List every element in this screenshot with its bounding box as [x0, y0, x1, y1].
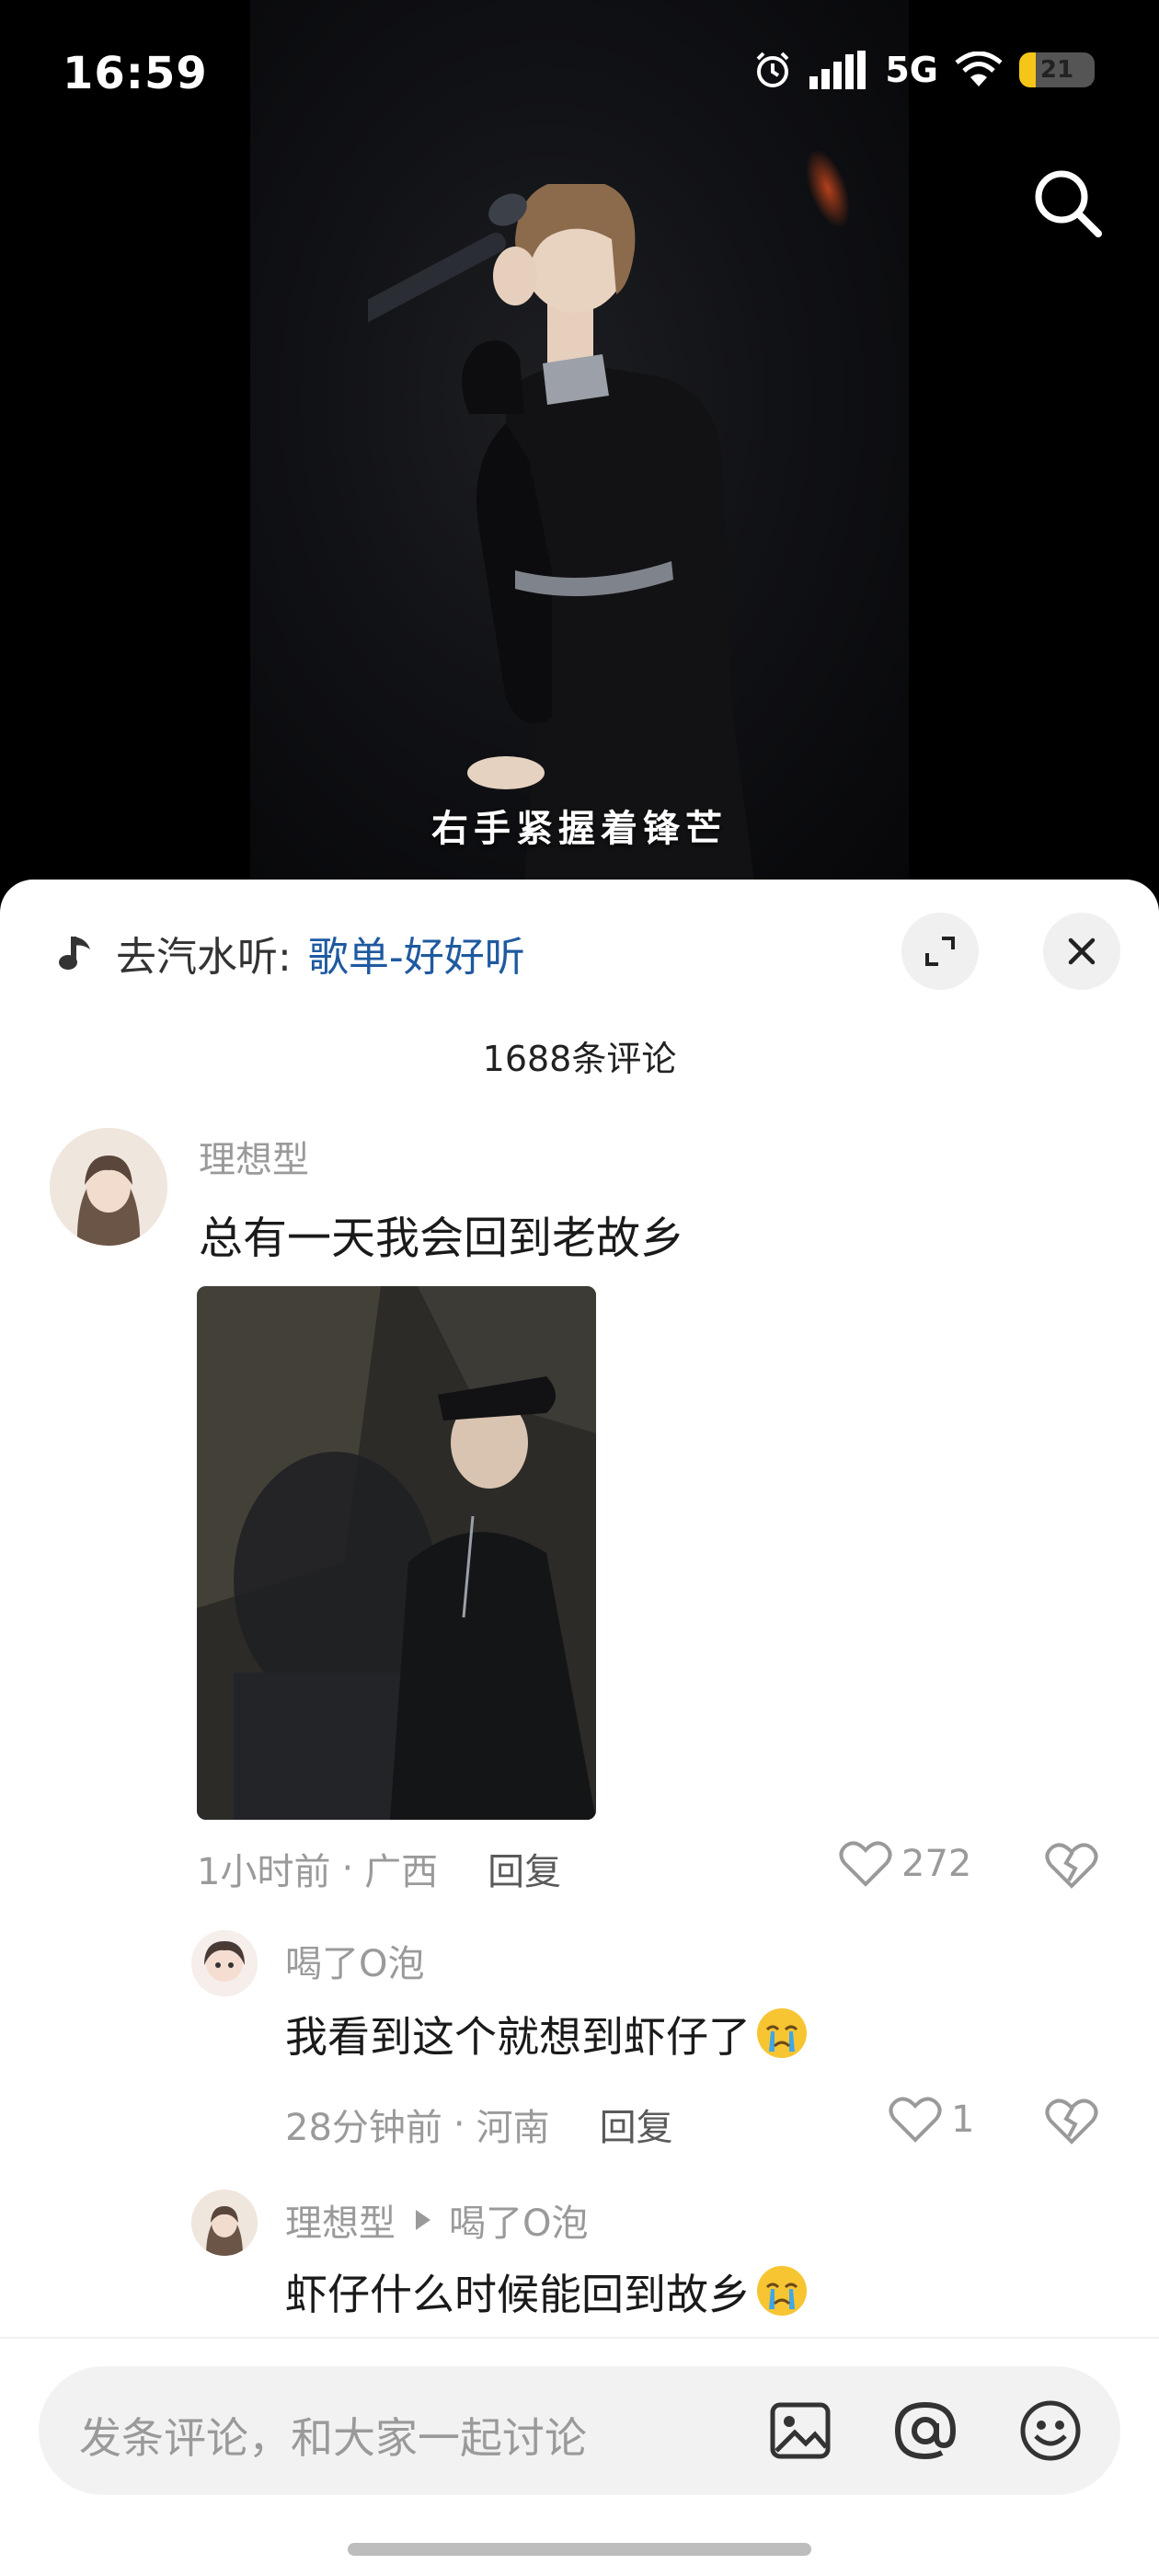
reply-text-body: 我看到这个就想到虾仔了 — [285, 2012, 751, 2062]
reply-to-line: 理想型 喝了O泡 — [285, 2193, 588, 2247]
expand-button[interactable] — [901, 913, 979, 990]
singer-figure — [368, 184, 754, 883]
comment-username[interactable]: 理想型 — [199, 1130, 309, 1183]
video-player[interactable]: 16:59 5G 21 右手紧握着锋芒 — [0, 0, 1159, 883]
status-time: 16:59 — [63, 48, 208, 99]
mention-icon[interactable] — [892, 2398, 958, 2464]
comment-text: 总有一天我会回到老故乡 — [199, 1213, 685, 1264]
reply-text-body: 虾仔什么时候能回到故乡 — [285, 2270, 751, 2319]
image-icon[interactable] — [767, 2398, 833, 2464]
video-subtitle: 右手紧握着锋芒 — [431, 808, 728, 850]
signal-icon — [809, 51, 866, 89]
comment-photo — [197, 1286, 596, 1820]
avatar[interactable] — [50, 1128, 167, 1246]
avatar-image — [191, 1930, 258, 1996]
avatar-image — [191, 2190, 258, 2256]
music-prefix: 去汽水听: — [116, 934, 292, 981]
status-bar: 16:59 5G 21 — [0, 0, 1159, 156]
status-icons: 5G 21 — [752, 50, 1095, 90]
reply-location: 河南 — [476, 2107, 550, 2149]
like-count: 272 — [901, 1843, 972, 1885]
comment-image[interactable] — [197, 1286, 596, 1820]
reply-button[interactable]: 回复 — [600, 2098, 673, 2151]
emoji-icon[interactable] — [1017, 2398, 1084, 2464]
meta-separator: · — [341, 1847, 354, 1890]
meta-separator: · — [453, 2103, 465, 2145]
like-button[interactable]: 1 — [889, 2096, 974, 2144]
comment-location: 广西 — [364, 1851, 439, 1893]
reply-text: 虾仔什么时候能回到故乡 — [285, 2261, 809, 2322]
music-note-icon — [59, 937, 90, 970]
search-icon[interactable] — [1028, 164, 1106, 241]
comment-time: 1小时前 — [197, 1851, 331, 1893]
battery-indicator: 21 — [1019, 52, 1095, 87]
comment-input-bar: 发条评论，和大家一起讨论 — [0, 2337, 1159, 2576]
close-button[interactable] — [1043, 913, 1120, 990]
comment-count: 1688条评论 — [482, 1039, 677, 1079]
heart-icon — [839, 1841, 892, 1887]
crying-emoji-icon — [757, 2266, 807, 2316]
comment-input[interactable]: 发条评论，和大家一起讨论 — [39, 2366, 1120, 2495]
battery-level: 21 — [1039, 56, 1074, 84]
like-button[interactable]: 272 — [839, 1840, 971, 1888]
network-label: 5G — [885, 50, 938, 90]
alarm-icon — [756, 52, 789, 87]
reply-time: 28分钟前 — [285, 2107, 442, 2149]
comment-sheet: 去汽水听: 歌单-好好听 1688条评论 理想型 总有一天我会回到老故乡 1小时… — [0, 880, 1159, 2576]
avatar-image — [50, 1128, 167, 1246]
reply-text: 我看到这个就想到虾仔了 — [285, 2004, 809, 2064]
comment-meta: 1小时前 · 广西 回复 — [197, 1842, 561, 1895]
reply-target-username[interactable]: 喝了O泡 — [449, 2193, 588, 2247]
like-count: 1 — [951, 2099, 975, 2141]
expand-icon — [925, 937, 955, 966]
avatar[interactable] — [191, 1930, 258, 1996]
reply-arrow-icon — [416, 2210, 430, 2230]
battery-fill — [1019, 52, 1037, 87]
reply-username[interactable]: 理想型 — [285, 2193, 396, 2247]
reply-button[interactable]: 回复 — [488, 1842, 561, 1895]
reply-username[interactable]: 喝了O泡 — [285, 1934, 424, 1987]
close-icon — [1068, 937, 1096, 965]
comment-input-placeholder: 发条评论，和大家一起讨论 — [79, 2413, 587, 2463]
wifi-icon — [955, 52, 1003, 86]
playlist-link[interactable]: 歌单-好好听 — [308, 924, 525, 983]
dislike-icon[interactable] — [1045, 2096, 1098, 2147]
crying-emoji-icon — [757, 2008, 807, 2058]
avatar[interactable] — [191, 2190, 258, 2256]
music-link-row[interactable]: 去汽水听: 歌单-好好听 — [55, 924, 525, 983]
dislike-icon[interactable] — [1045, 1840, 1098, 1892]
reply-meta: 28分钟前 · 河南 回复 — [285, 2098, 673, 2151]
heart-icon — [889, 2097, 942, 2143]
home-indicator — [348, 2543, 811, 2556]
